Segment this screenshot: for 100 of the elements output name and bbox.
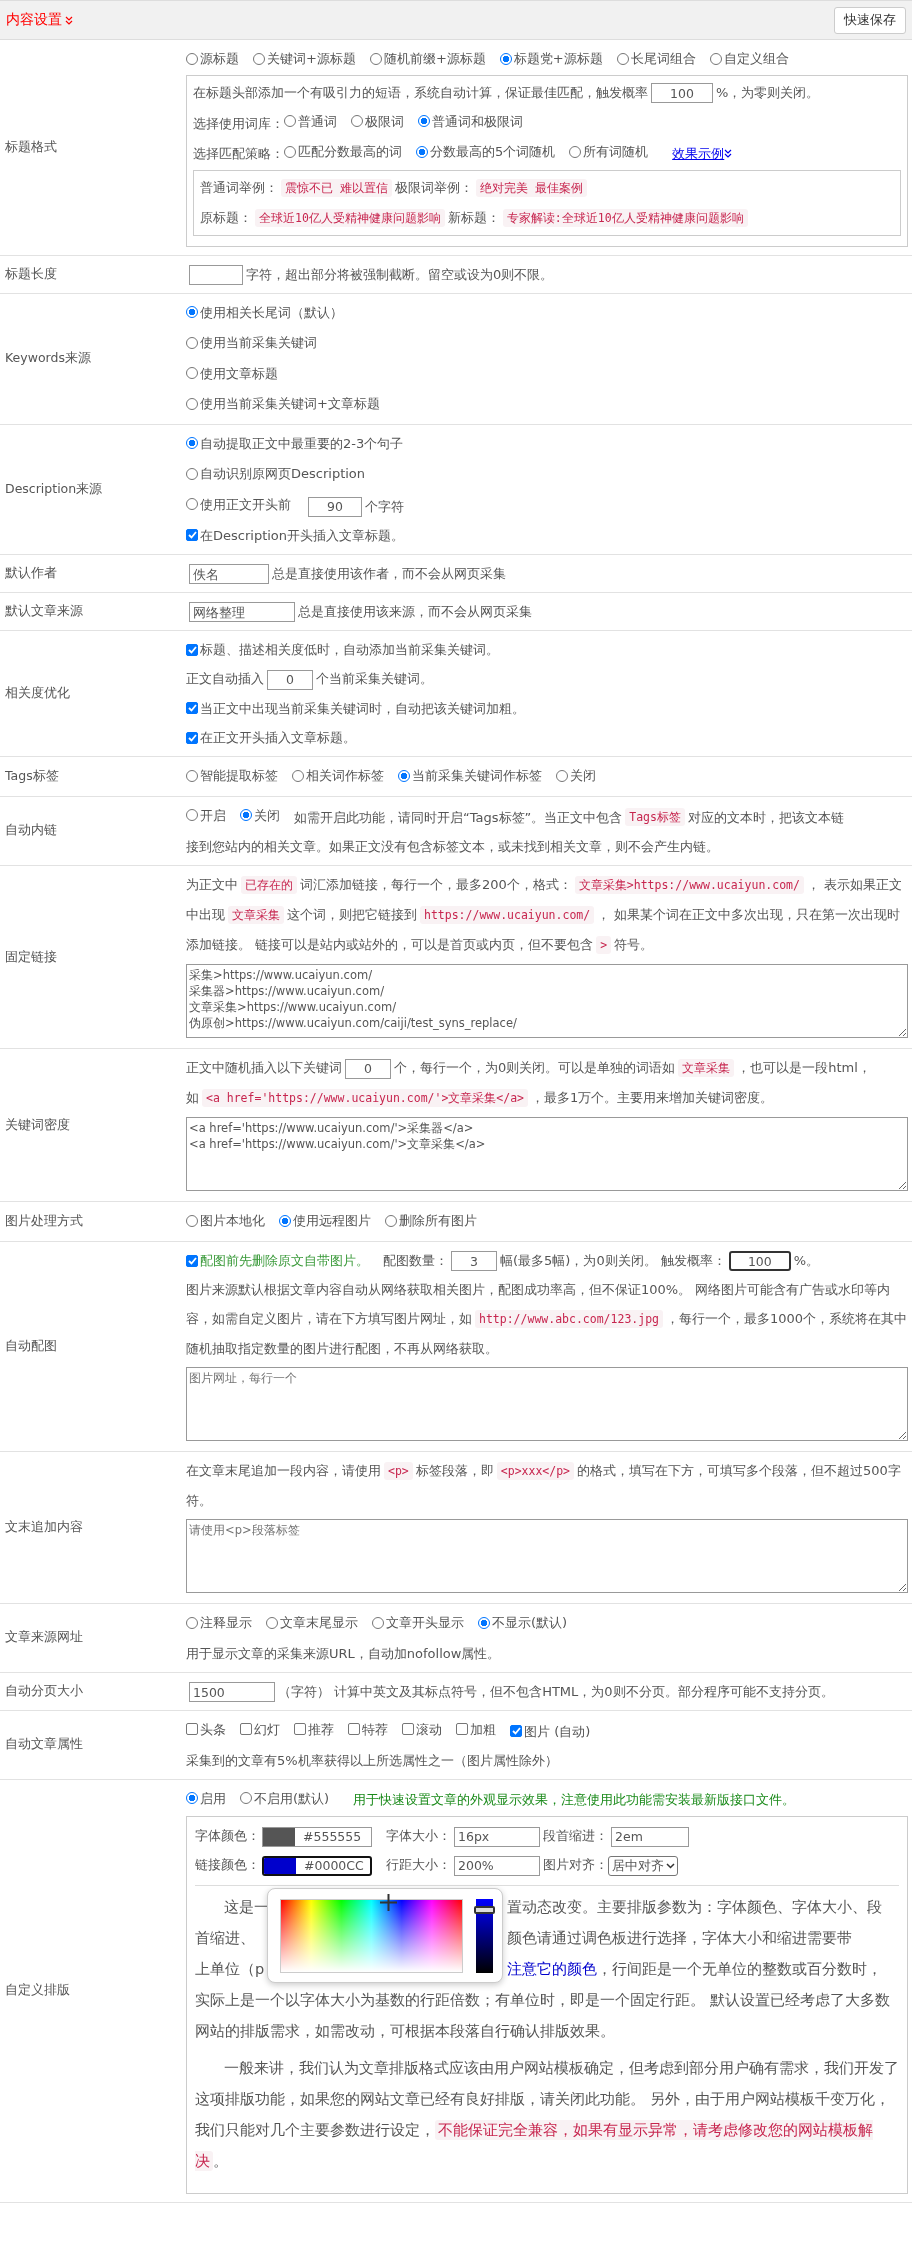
radio-option[interactable]: 启用 bbox=[186, 1783, 226, 1813]
radio-option[interactable]: 使用正文开头前 bbox=[186, 489, 291, 519]
preview-link[interactable]: 注意它的颜色 bbox=[507, 1961, 597, 1977]
radio-option[interactable]: 匹配分数最高的词 bbox=[284, 137, 402, 166]
radio-option[interactable]: 使用当前采集关键词 bbox=[186, 328, 317, 357]
radio-option[interactable]: 相关词作标签 bbox=[292, 761, 384, 790]
checkbox-option[interactable]: 推荐 bbox=[294, 1714, 334, 1744]
preview-text: 上单位（p bbox=[195, 1960, 266, 1979]
color-spectrum[interactable] bbox=[280, 1899, 463, 1973]
radio-option[interactable]: 使用远程图片 bbox=[279, 1206, 371, 1235]
radio-option[interactable]: 注释显示 bbox=[186, 1608, 252, 1637]
radio-option[interactable]: 长尾词组合 bbox=[616, 44, 696, 73]
checkbox-option[interactable]: 头条 bbox=[186, 1714, 226, 1744]
radio-option[interactable]: 不显示(默认) bbox=[478, 1608, 568, 1637]
radio-option[interactable]: 普通词 bbox=[284, 106, 337, 136]
help-text: ，最多1万个。主要用来增加关键词密度。 bbox=[531, 1090, 774, 1105]
example-link[interactable]: 效果示例 bbox=[672, 138, 733, 168]
radio-option[interactable]: 极限词 bbox=[351, 106, 404, 136]
color-field[interactable]: #0000CC bbox=[262, 1855, 372, 1876]
option-label: 配图前先删除原文自带图片。 bbox=[200, 1252, 369, 1270]
text-field[interactable]: 100 bbox=[651, 83, 713, 103]
preview-text: 实际上是一个以字体大小为基数的行距倍数；有单位时，即是一个固定行距。 默认设置已经考虑了大多数网站的排版需求，如需改动，可根据本段落自行确认排版效果。 bbox=[195, 1991, 891, 2041]
radio-option[interactable]: 源标题 bbox=[186, 44, 239, 73]
radio-option[interactable]: 图片本地化 bbox=[186, 1206, 265, 1235]
row-label: 相关度优化 bbox=[5, 684, 70, 702]
slider-thumb[interactable] bbox=[474, 1906, 495, 1915]
checkbox-option[interactable]: 在正文开头插入文章标题。 bbox=[186, 723, 356, 752]
color-field[interactable]: #555555 bbox=[262, 1826, 372, 1847]
help-text: 字体大小： bbox=[386, 1828, 451, 1843]
checkbox-option[interactable]: 当正文中出现当前采集关键词时，自动把该关键词加粗。 bbox=[186, 693, 525, 723]
radio-option[interactable]: 所有词随机 bbox=[569, 137, 649, 166]
radio-option[interactable]: 文章开头显示 bbox=[372, 1608, 464, 1637]
text-field[interactable]: 200% bbox=[454, 1855, 540, 1876]
checkbox-option[interactable]: 图片 (自动) bbox=[510, 1716, 591, 1746]
text-area[interactable]: 图片网址，每行一个 bbox=[186, 1367, 908, 1441]
row-label: 标题长度 bbox=[5, 265, 57, 283]
save-button[interactable]: 快速保存 bbox=[834, 6, 906, 34]
row-label: 自动文章属性 bbox=[5, 1736, 83, 1753]
radio-option[interactable]: 标题党+源标题 bbox=[499, 44, 603, 73]
text-field[interactable]: 1500 bbox=[189, 1682, 275, 1702]
radio-option[interactable]: 开启 bbox=[186, 800, 226, 830]
radio-option[interactable]: 使用文章标题 bbox=[186, 358, 278, 388]
option-label: 头条 bbox=[200, 1720, 226, 1739]
brightness-slider[interactable] bbox=[476, 1899, 493, 1973]
radio-option[interactable]: 使用相关长尾词（默认） bbox=[186, 297, 343, 327]
radio-option[interactable]: 不启用(默认) bbox=[240, 1783, 330, 1813]
code-snippet: 绝对完美 最佳案例 bbox=[475, 178, 587, 197]
checkbox-option[interactable]: 加粗 bbox=[456, 1714, 496, 1744]
radio-option[interactable]: 关键词+源标题 bbox=[253, 44, 356, 73]
row-label: Description来源 bbox=[5, 480, 103, 498]
text-field[interactable]: 16px bbox=[454, 1826, 540, 1847]
radio-option[interactable]: 分数最高的5个词随机 bbox=[416, 137, 556, 166]
text-field[interactable]: 0 bbox=[267, 669, 313, 690]
row-label: Tags标签 bbox=[5, 767, 59, 785]
help-text: 图片对齐： bbox=[543, 1857, 608, 1872]
radio-option[interactable]: 使用当前采集关键词+文章标题 bbox=[186, 389, 380, 418]
radio-option[interactable]: 当前采集关键词作标签 bbox=[398, 761, 542, 790]
help-text: 字体颜色： bbox=[195, 1828, 260, 1843]
checkbox-option[interactable]: 滚动 bbox=[402, 1714, 442, 1744]
text-field[interactable]: 90 bbox=[308, 496, 362, 517]
text-field[interactable] bbox=[189, 265, 243, 285]
text-field[interactable]: 3 bbox=[451, 1251, 497, 1271]
text-field[interactable]: 网络整理 bbox=[189, 602, 295, 622]
align-select[interactable]: 居中对齐 bbox=[608, 1855, 678, 1876]
text-field[interactable]: 100 bbox=[728, 1251, 791, 1271]
radio-option[interactable]: 关闭 bbox=[556, 761, 596, 790]
help-text: 段首缩进： bbox=[543, 1828, 608, 1843]
option-label: 当正文中出现当前采集关键词时，自动把该关键词加粗。 bbox=[200, 699, 525, 718]
radio-option[interactable]: 自定义组合 bbox=[709, 44, 789, 73]
radio-option[interactable]: 删除所有图片 bbox=[385, 1206, 477, 1235]
help-text: 配图数量： bbox=[383, 1252, 448, 1268]
section-title[interactable]: 内容设置 bbox=[6, 11, 73, 29]
radio-option[interactable]: 智能提取标签 bbox=[186, 761, 278, 790]
text-field[interactable]: 2em bbox=[611, 1826, 689, 1847]
radio-option[interactable]: 自动识别原网页Description bbox=[186, 459, 366, 488]
radio-option[interactable]: 普通词和极限词 bbox=[418, 106, 523, 136]
help-text: %，为零则关闭。 bbox=[716, 84, 820, 100]
help-text: 为正文中 已存在的 词汇添加链接，每行一个，最多200个，格式： 文章采集>https://www.ucaiyun.com/ ， 表示如果正文中出现 文章采集 这个词，则把它链接到 https://www.ucaiyun.com/ ， 如果某个词在正文中多次出现，只在第一次出现时添加链接。 链接可以是站内或站外的，可以是首页或内页，但不要包含 > 符号。 bbox=[186, 875, 904, 956]
radio-option[interactable]: 关闭 bbox=[240, 800, 280, 830]
option-label: 在正文开头插入文章标题。 bbox=[200, 729, 356, 747]
checkbox-option[interactable]: 配图前先删除原文自带图片。 bbox=[186, 1246, 369, 1275]
option-label: 滚动 bbox=[416, 1720, 442, 1739]
help-text: 总是直接使用该作者，而不会从网页采集 bbox=[272, 565, 506, 581]
checkbox-option[interactable]: 幻灯 bbox=[240, 1714, 280, 1744]
radio-option[interactable]: 随机前缀+源标题 bbox=[369, 44, 486, 73]
row-label: 自定义排版 bbox=[5, 1982, 70, 2000]
text-area[interactable]: 采集>https://www.ucaiyun.com/ 采集器>https://www.ucaiyun.com/ 文章采集>https://www.ucaiyun.com/ 伪原创>https://www.ucaiyun.com/caiji/test_syns_replace/ bbox=[186, 964, 908, 1038]
text-area[interactable]: 请使用<p>段落标签 bbox=[186, 1519, 908, 1593]
row-label: 文章来源网址 bbox=[5, 1629, 83, 1647]
option-label: 幻灯 bbox=[254, 1720, 280, 1739]
checkbox-option[interactable]: 在Description开头插入文章标题。 bbox=[186, 520, 405, 550]
text-field[interactable]: 0 bbox=[345, 1058, 391, 1079]
radio-option[interactable]: 文章末尾显示 bbox=[266, 1608, 358, 1637]
text-area[interactable]: <a href='https://www.ucaiyun.com/'>采集器</a> <a href='https://www.ucaiyun.com/'>文章采集</a> bbox=[186, 1117, 908, 1191]
text-field[interactable]: 佚名 bbox=[189, 564, 269, 584]
checkbox-option[interactable]: 特荐 bbox=[348, 1714, 388, 1744]
help-text: 正文自动插入 bbox=[186, 671, 264, 686]
help-text: 新标题： bbox=[447, 209, 500, 225]
checkbox-option[interactable]: 标题、描述相关度低时，自动添加当前采集关键词。 bbox=[186, 635, 499, 664]
radio-option[interactable]: 自动提取正文中最重要的2-3个句子 bbox=[186, 428, 404, 458]
